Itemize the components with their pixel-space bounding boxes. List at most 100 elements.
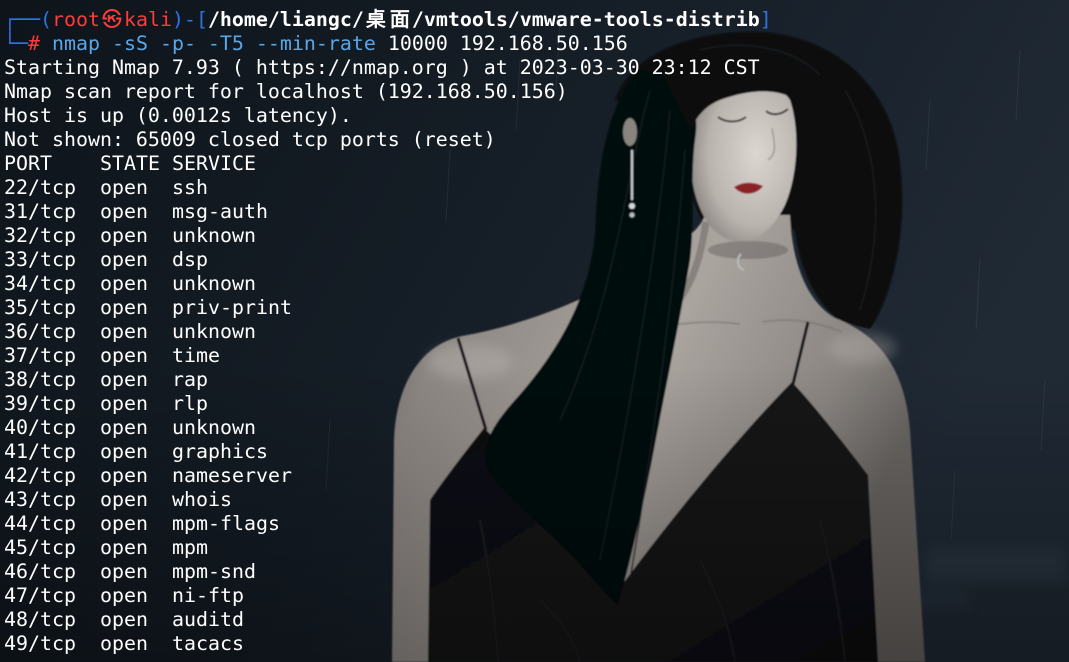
command-options: -sS -p- -T5 --min-rate (111, 32, 376, 55)
state-cell: open (100, 608, 148, 631)
service-cell: rlp (172, 392, 208, 415)
port-row: 40/tcp open unknown (4, 416, 1069, 440)
prompt-corner-top: ┌──( (4, 8, 52, 31)
port-row: 42/tcp open nameserver (4, 464, 1069, 488)
port-row: 46/tcp open mpm-snd (4, 560, 1069, 584)
service-cell: unknown (172, 416, 256, 439)
port-cell: 37/tcp (4, 344, 76, 367)
command-line: └─# nmap -sS -p- -T5 --min-rate 10000 192.1… (4, 32, 1069, 56)
output-line-host-status: Host is up (0.0012s latency). (4, 104, 352, 127)
service-cell: unknown (172, 320, 256, 343)
port-row: 32/tcp open unknown (4, 224, 1069, 248)
prompt-corner-bottom: └─ (4, 32, 28, 55)
port-cell: 49/tcp (4, 632, 76, 655)
state-cell: open (100, 440, 148, 463)
state-cell: open (100, 176, 148, 199)
header-service: SERVICE (172, 152, 256, 175)
port-cell: 43/tcp (4, 488, 76, 511)
wide-glyph: ㉿ (102, 8, 122, 31)
service-cell: unknown (172, 224, 256, 247)
port-row: 41/tcp open graphics (4, 440, 1069, 464)
port-cell: 31/tcp (4, 200, 76, 223)
service-cell: whois (172, 488, 232, 511)
state-cell: open (100, 344, 148, 367)
service-cell: auditd (172, 608, 244, 631)
state-cell: open (100, 560, 148, 583)
header-port: PORT (4, 152, 52, 175)
port-row: 31/tcp open msg-auth (4, 200, 1069, 224)
port-cell: 42/tcp (4, 464, 76, 487)
port-cell: 22/tcp (4, 176, 76, 199)
wide-glyph: 桌 (365, 8, 386, 31)
port-row: 37/tcp open time (4, 344, 1069, 368)
service-cell: time (172, 344, 220, 367)
port-row: 44/tcp open mpm-flags (4, 512, 1069, 536)
output-line-not-shown: Not shown: 65009 closed tcp ports (reset… (4, 128, 496, 151)
service-cell: graphics (172, 440, 268, 463)
port-cell: 45/tcp (4, 536, 76, 559)
service-cell: ssh (172, 176, 208, 199)
port-cell: 46/tcp (4, 560, 76, 583)
port-row: 45/tcp open mpm (4, 536, 1069, 560)
service-cell: dsp (172, 248, 208, 271)
port-table-header: PORT STATE SERVICE (4, 152, 1069, 176)
port-cell: 40/tcp (4, 416, 76, 439)
state-cell: open (100, 488, 148, 511)
port-cell: 32/tcp (4, 224, 76, 247)
port-cell: 41/tcp (4, 440, 76, 463)
port-row: 49/tcp open tacacs (4, 632, 1069, 656)
port-row: 48/tcp open auditd (4, 608, 1069, 632)
state-cell: open (100, 536, 148, 559)
service-cell: nameserver (172, 464, 292, 487)
port-cell: 48/tcp (4, 608, 76, 631)
state-cell: open (100, 512, 148, 535)
state-cell: open (100, 416, 148, 439)
service-cell: unknown (172, 272, 256, 295)
port-row: 22/tcp open ssh (4, 176, 1069, 200)
port-row: 43/tcp open whois (4, 488, 1069, 512)
command-arguments: 10000 192.168.50.156 (387, 32, 628, 55)
service-cell: tacacs (172, 632, 244, 655)
port-cell: 38/tcp (4, 368, 76, 391)
command-program: nmap (52, 32, 100, 55)
terminal-window[interactable]: ┌──(root ㉿ kali)-[/home/liangc/桌面/vmtools/… (0, 0, 1069, 662)
prompt-separator: ㉿ (100, 8, 124, 31)
port-row: 36/tcp open unknown (4, 320, 1069, 344)
prompt-symbol: # (28, 32, 40, 55)
service-cell: msg-auth (172, 200, 268, 223)
port-row: 38/tcp open rap (4, 368, 1069, 392)
port-row: 35/tcp open priv-print (4, 296, 1069, 320)
state-cell: open (100, 368, 148, 391)
port-row: 39/tcp open rlp (4, 392, 1069, 416)
service-cell: mpm (172, 536, 208, 559)
service-cell: priv-print (172, 296, 292, 319)
port-cell: 47/tcp (4, 584, 76, 607)
state-cell: open (100, 248, 148, 271)
prompt-bracket-open: )-[ (171, 8, 208, 31)
port-row: 34/tcp open unknown (4, 272, 1069, 296)
port-cell: 39/tcp (4, 392, 76, 415)
state-cell: open (100, 200, 148, 223)
prompt-bracket-close: ] (759, 8, 772, 31)
port-cell: 34/tcp (4, 272, 76, 295)
state-cell: open (100, 632, 148, 655)
service-cell: mpm-flags (172, 512, 280, 535)
state-cell: open (100, 272, 148, 295)
header-state: STATE (100, 152, 160, 175)
state-cell: open (100, 296, 148, 319)
wide-glyph: 面 (389, 8, 410, 31)
output-line-start: Starting Nmap 7.93 ( https://nmap.org ) … (4, 56, 760, 79)
port-cell: 44/tcp (4, 512, 76, 535)
state-cell: open (100, 392, 148, 415)
state-cell: open (100, 584, 148, 607)
state-cell: open (100, 224, 148, 247)
port-row: 47/tcp open ni-ftp (4, 584, 1069, 608)
port-row: 33/tcp open dsp (4, 248, 1069, 272)
prompt-line: ┌──(root ㉿ kali)-[/home/liangc/桌面/vmtools/… (4, 8, 1069, 32)
service-cell: rap (172, 368, 208, 391)
output-line-report: Nmap scan report for localhost (192.168.… (4, 80, 568, 103)
service-cell: ni-ftp (172, 584, 244, 607)
state-cell: open (100, 320, 148, 343)
port-table-body: 22/tcp open ssh 31/tcp open msg-auth 32/tcp ope… (4, 176, 1069, 656)
port-cell: 33/tcp (4, 248, 76, 271)
